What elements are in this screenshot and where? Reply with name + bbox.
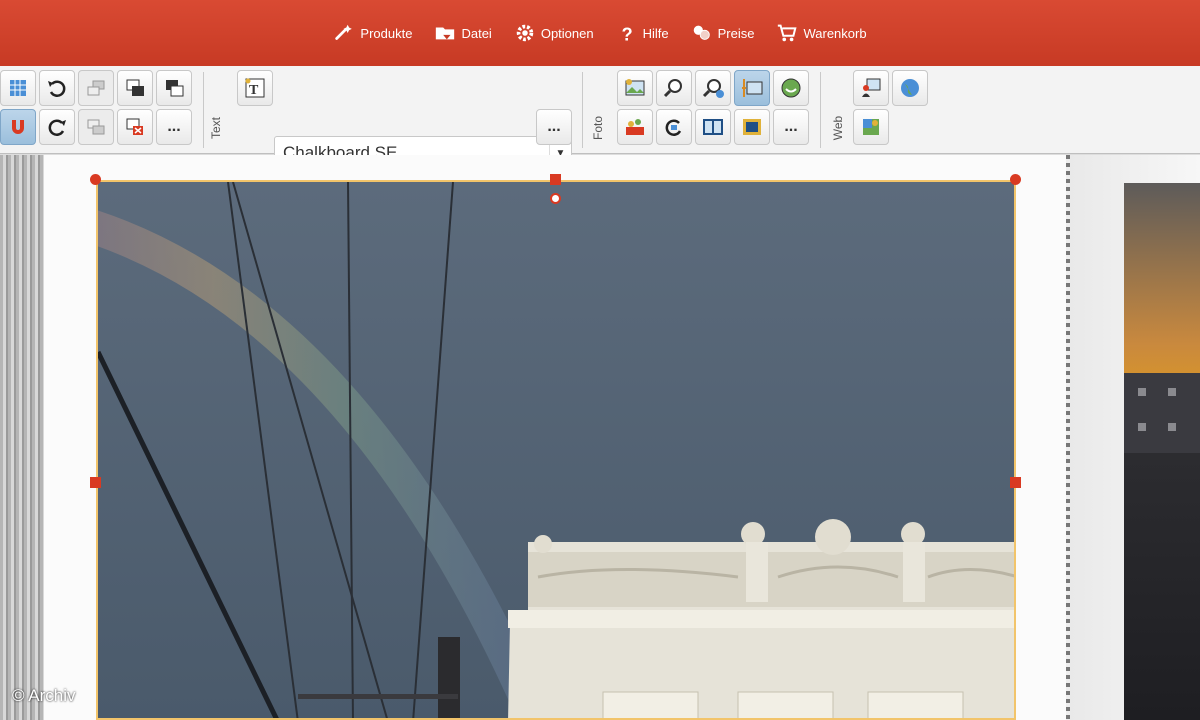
web-import-button[interactable] xyxy=(853,70,889,106)
app-window: Produkte Datei Optionen ? Hilfe Preise W… xyxy=(0,0,1200,720)
paste-icon xyxy=(166,80,184,97)
gear-icon xyxy=(516,24,534,42)
layers-icon xyxy=(87,80,105,96)
paste-layer-button[interactable] xyxy=(156,70,192,106)
split-frame-icon xyxy=(703,119,723,135)
copy-icon xyxy=(126,79,144,96)
toolbar: ... Text T Chalkboard SE ▼ F K U 64 ▼ ..… xyxy=(0,66,1200,208)
menu-produkte[interactable]: Produkte xyxy=(333,22,412,44)
right-page-photo[interactable] xyxy=(1124,183,1200,720)
align-photo-icon xyxy=(742,79,763,97)
photo-border-button[interactable] xyxy=(734,109,770,145)
svg-text:T: T xyxy=(249,83,259,98)
menu-label: Produkte xyxy=(360,25,413,41)
folder-icon xyxy=(436,27,455,40)
photo-frame-button[interactable] xyxy=(695,109,731,145)
send-backward-button[interactable] xyxy=(78,109,114,145)
resize-handle-left[interactable] xyxy=(90,477,101,488)
top-menu-bar: Produkte Datei Optionen ? Hilfe Preise W… xyxy=(0,0,1200,66)
magnet-button[interactable] xyxy=(0,109,36,145)
image-add-icon xyxy=(625,79,645,96)
magnet-icon xyxy=(12,120,24,134)
zoom-icon xyxy=(663,79,682,98)
cart-icon xyxy=(778,24,798,42)
text-more-button[interactable]: ... xyxy=(536,109,572,145)
grid-icon xyxy=(10,80,26,96)
menu-warenkorb[interactable]: Warenkorb xyxy=(776,22,867,44)
smiley-icon xyxy=(781,78,801,98)
rotate-photo-button[interactable] xyxy=(656,109,692,145)
layout-more-button[interactable]: ... xyxy=(156,109,192,145)
person-import-icon xyxy=(862,78,881,97)
web-map-button[interactable] xyxy=(853,109,889,145)
photo-align-button[interactable] xyxy=(734,70,770,106)
add-photo-button[interactable] xyxy=(617,70,653,106)
redo-icon xyxy=(48,119,66,136)
menu-label: Preise xyxy=(717,25,755,41)
resize-handle-right[interactable] xyxy=(1010,477,1021,488)
undo-button[interactable] xyxy=(39,70,75,106)
workspace xyxy=(0,155,1200,720)
more-label: ... xyxy=(784,118,798,135)
palette-icon xyxy=(626,119,644,135)
group-label-foto: Foto xyxy=(591,115,606,141)
group-label-web: Web xyxy=(831,115,846,141)
rainbow-building-photo xyxy=(98,182,1014,718)
resize-handle-top-left[interactable] xyxy=(90,174,101,185)
wand-icon xyxy=(335,24,353,40)
globe-icon xyxy=(901,79,919,97)
text-box-button[interactable]: T xyxy=(237,70,273,106)
svg-text:?: ? xyxy=(621,23,632,44)
photo-more-button[interactable]: ... xyxy=(773,109,809,145)
bring-forward-button[interactable] xyxy=(78,70,114,106)
grid-button[interactable] xyxy=(0,70,36,106)
resize-handle-top[interactable] xyxy=(550,174,561,185)
zoom-in-icon xyxy=(702,79,724,98)
zoom-photo-button[interactable] xyxy=(656,70,692,106)
separator xyxy=(582,72,583,148)
separator xyxy=(820,72,821,148)
rotate-icon xyxy=(665,119,682,136)
question-icon: ? xyxy=(621,23,632,44)
rotate-handle[interactable] xyxy=(550,193,561,204)
coins-icon xyxy=(693,25,710,40)
resize-handle-top-right[interactable] xyxy=(1010,174,1021,185)
separator xyxy=(203,72,204,148)
layers-back-icon xyxy=(87,119,105,135)
effects-button[interactable] xyxy=(773,70,809,106)
menu-label: Datei xyxy=(461,25,492,41)
more-label: ... xyxy=(547,118,561,135)
border-icon xyxy=(743,119,761,135)
sunset-photo-image xyxy=(1124,183,1200,720)
copy-layer-button[interactable] xyxy=(117,70,153,106)
menu-label: Hilfe xyxy=(642,25,669,41)
group-label-text: Text xyxy=(209,116,224,140)
menu-optionen[interactable]: Optionen xyxy=(514,22,594,44)
page-stack-edge xyxy=(0,155,44,720)
text-frame-icon: T xyxy=(245,78,265,98)
menu-datei[interactable]: Datei xyxy=(434,22,492,44)
menu-hilfe[interactable]: ? Hilfe xyxy=(616,22,669,44)
menu-label: Warenkorb xyxy=(803,25,867,41)
menu-preise[interactable]: Preise xyxy=(691,22,755,44)
photo-filter-button[interactable] xyxy=(617,109,653,145)
redo-button[interactable] xyxy=(39,109,75,145)
menu-label: Optionen xyxy=(540,25,594,41)
selected-photo-frame[interactable] xyxy=(96,180,1016,720)
more-label: ... xyxy=(167,118,181,135)
delete-layer-button[interactable] xyxy=(117,109,153,145)
zoom-in-photo-button[interactable] xyxy=(695,70,731,106)
web-globe-button[interactable] xyxy=(892,70,928,106)
map-icon xyxy=(863,119,879,135)
copyright-watermark: © Archiv xyxy=(12,686,76,705)
delete-icon xyxy=(126,118,143,135)
undo-icon xyxy=(48,80,66,97)
